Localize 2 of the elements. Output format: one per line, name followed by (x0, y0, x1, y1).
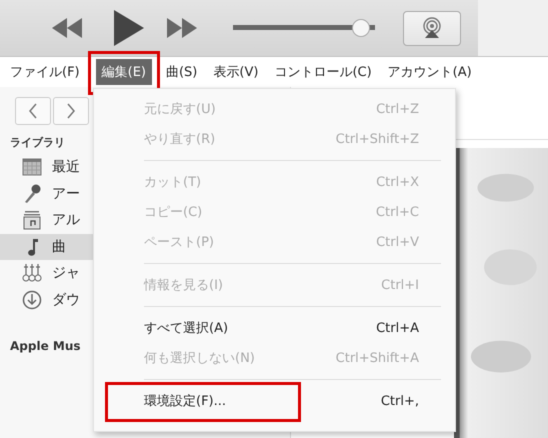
section-title: ライブラリ (9, 135, 65, 151)
section-title: Apple Mus (9, 338, 81, 355)
